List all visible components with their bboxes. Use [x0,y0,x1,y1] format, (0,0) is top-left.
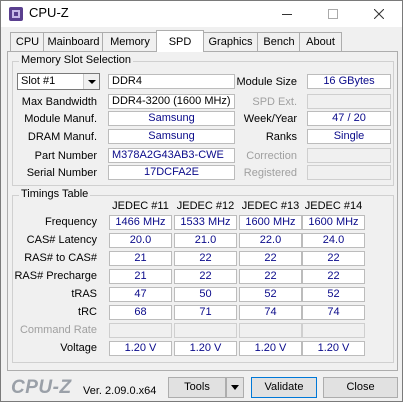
timing-cell: 47 [109,287,172,302]
timing-cell: 1600 MHz [239,215,302,230]
timing-cell: 21 [109,269,172,284]
spd-ext-field [307,94,391,109]
timing-cell: 22.0 [239,233,302,248]
title-bar[interactable]: CPU-Z [1,1,402,27]
max-bandwidth-field: DDR4-3200 (1600 MHz) [108,94,235,109]
cpu-z-app-icon [9,7,23,21]
timing-cell: 74 [302,305,365,320]
minimize-icon [282,14,292,15]
timing-cell: 24.0 [302,233,365,248]
tab-spd[interactable]: SPD [156,30,204,52]
correction-label: Correction [246,150,297,162]
validate-button[interactable]: Validate [251,377,317,398]
part-number-field: M378A2G43AB3-CWE [108,148,235,163]
memory-slot-group-title: Memory Slot Selection [19,54,134,66]
tools-dropdown-button[interactable] [226,377,244,398]
slot-select[interactable]: Slot #1 [17,73,100,90]
timing-row-label: CAS# Latency [26,234,97,246]
timings-column-header: JEDEC #14 [304,200,363,212]
timing-cell: 22 [302,269,365,284]
serial-number-field: 17DCFA2E [108,165,235,180]
tab-mainboard[interactable]: Mainboard [43,32,104,51]
close-window-button[interactable] [356,1,402,27]
close-icon [374,9,384,19]
timing-cell: 22 [239,251,302,266]
timing-row-label: Command Rate [19,324,97,336]
timing-cell: 71 [174,305,237,320]
timing-cell: 52 [239,287,302,302]
timing-row-label: Frequency [45,216,97,228]
minimize-button[interactable] [264,1,310,27]
maximize-icon [328,9,338,19]
timing-cell [174,323,237,338]
tab-bench[interactable]: Bench [257,32,301,51]
week-year-label: Week/Year [243,113,297,125]
registered-field [307,165,391,180]
week-year-field: 47 / 20 [307,111,391,126]
cpu-z-window: CPU-Z CPU Mainboard Memory SPD Graphics … [0,0,403,402]
window-title: CPU-Z [29,5,69,20]
version-label: Ver. 2.09.0.x64 [83,385,157,397]
timing-cell: 74 [239,305,302,320]
timing-cell [239,323,302,338]
tools-button[interactable]: Tools [168,377,226,398]
tab-graphics[interactable]: Graphics [202,32,259,51]
spd-ext-label: SPD Ext. [252,96,297,108]
timing-cell: 21.0 [174,233,237,248]
memory-type-field: DDR4 [108,74,235,89]
ranks-label: Ranks [265,131,297,143]
serial-number-label: Serial Number [26,167,97,179]
timing-cell: 1466 MHz [109,215,172,230]
timing-cell: 68 [109,305,172,320]
timing-cell: 1.20 V [109,341,172,356]
timing-cell: 21 [109,251,172,266]
chevron-down-icon [231,385,239,390]
timing-cell: 1.20 V [174,341,237,356]
tab-memory[interactable]: Memory [102,32,158,51]
max-bandwidth-label: Max Bandwidth [21,96,97,108]
timings-column-header: JEDEC #12 [176,200,235,212]
timing-row-label: RAS# Precharge [14,270,97,282]
timings-column-header: JEDEC #13 [241,200,300,212]
module-manuf-label: Module Manuf. [24,113,97,125]
tab-cpu[interactable]: CPU [10,32,45,51]
timing-cell [302,323,365,338]
timing-cell: 1.20 V [302,341,365,356]
cpu-z-logo: CPU-Z [11,377,72,398]
dram-manuf-label: DRAM Manuf. [27,131,97,143]
module-size-label: Module Size [236,76,297,88]
timing-cell: 22 [302,251,365,266]
timing-cell: 22 [174,251,237,266]
correction-field [307,148,391,163]
timing-row-label: tRAS [71,288,97,300]
timing-cell: 52 [302,287,365,302]
timing-cell: 1.20 V [239,341,302,356]
timing-cell: 20.0 [109,233,172,248]
timing-cell: 1600 MHz [302,215,365,230]
registered-label: Registered [243,167,297,179]
dram-manuf-field: Samsung [108,129,235,144]
timing-row-label: tRC [78,306,97,318]
timings-column-header: JEDEC #11 [112,200,169,212]
part-number-label: Part Number [34,150,97,162]
timing-cell: 1533 MHz [174,215,237,230]
timing-row-label: RAS# to CAS# [24,252,97,264]
maximize-button[interactable] [310,1,356,27]
timing-cell: 50 [174,287,237,302]
slot-select-value: Slot #1 [21,75,56,87]
timing-cell: 22 [239,269,302,284]
timing-cell [109,323,172,338]
ranks-field: Single [307,129,391,144]
chevron-down-icon[interactable] [83,74,99,89]
timing-row-label: Voltage [60,342,97,354]
timing-cell: 22 [174,269,237,284]
tab-about[interactable]: About [299,32,342,51]
module-size-field: 16 GBytes [307,74,391,89]
timings-table-group-title: Timings Table [19,188,91,200]
close-button[interactable]: Close [323,377,398,398]
module-manuf-field: Samsung [108,111,235,126]
